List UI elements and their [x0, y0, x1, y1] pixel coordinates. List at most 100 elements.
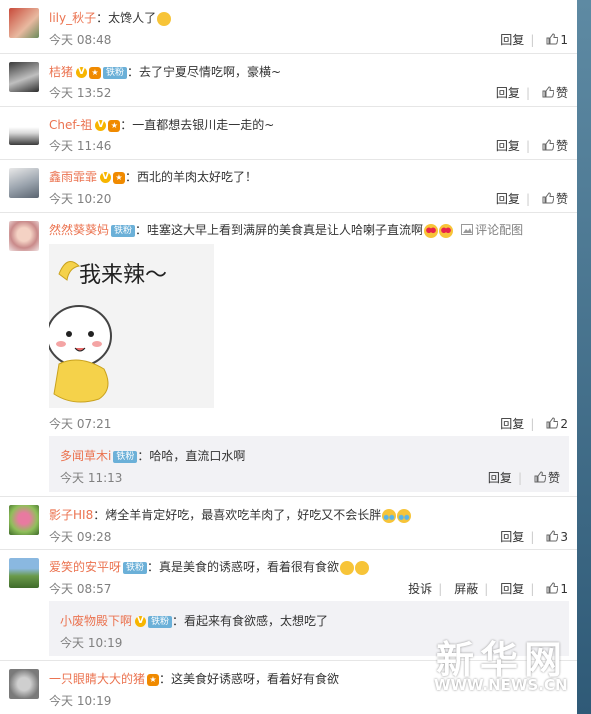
thumbs-up-icon: [546, 33, 559, 45]
comment-text: 哈哈，直流口水啊: [149, 449, 246, 463]
reply-button[interactable]: 回复: [500, 580, 524, 597]
avatar[interactable]: [9, 8, 39, 38]
comment-text: 看起来有食欲感，太想吃了: [184, 614, 329, 628]
timestamp: 今天 10:19: [49, 694, 112, 708]
reply-button[interactable]: 回复: [496, 190, 520, 207]
fan-badge: 铁粉: [123, 561, 148, 574]
comment-sticker-image[interactable]: 我来辣～: [46, 244, 214, 408]
avatar[interactable]: [9, 115, 39, 145]
username-link[interactable]: 多闻草木i: [60, 449, 111, 463]
comment-text: 哇塞这大早上看到满屏的美食真是让人哈喇子直流啊: [147, 223, 424, 237]
like-button[interactable]: 赞: [534, 469, 560, 486]
like-button[interactable]: 赞: [542, 84, 568, 101]
thumbs-up-icon: [542, 86, 554, 98]
timestamp: 今天 11:46: [49, 139, 112, 153]
comment-item: 鑫雨霏霏 V ★ ：西北的羊肉太好吃了！ 今天 10:20 回复 | 赞: [0, 160, 577, 213]
thumbs-up-icon: [546, 582, 559, 594]
verified-icon: V: [100, 172, 112, 183]
avatar[interactable]: [9, 168, 39, 198]
nested-reply: 多闻草木i 铁粉 ：哈哈，直流口水啊 今天 11:13 回复 | 赞: [49, 436, 569, 492]
comment-text: 去了宁夏尽情吃啊，豪横~: [139, 65, 282, 79]
avatar[interactable]: [9, 221, 39, 251]
divider: |: [530, 417, 535, 431]
like-button[interactable]: 赞: [542, 190, 568, 207]
username-link[interactable]: 然然葵葵妈: [49, 223, 109, 237]
fan-badge: 铁粉: [103, 66, 128, 79]
fan-level-icon: ★: [147, 673, 160, 686]
smile-emoji-icon: [340, 560, 355, 575]
thumbs-up-icon: [542, 192, 554, 204]
comment-panel: lily_秋子：太馋人了 今天 08:48 回复 | 1 桔猪 V ★ 铁粉 ：去了宁夏尽情…: [0, 0, 577, 714]
username-link[interactable]: 鑫雨霏霏: [49, 170, 97, 184]
page-background-strip: [577, 0, 591, 714]
avatar[interactable]: [9, 505, 39, 535]
image-icon: [461, 224, 474, 235]
divider: |: [530, 33, 535, 47]
divider: |: [517, 471, 522, 485]
avatar[interactable]: [9, 558, 39, 588]
username-link[interactable]: lily_秋子: [49, 11, 96, 25]
fan-level-icon: ★: [113, 171, 126, 184]
comment-text: 烤全羊肯定好吃，最喜欢吃羊肉了，好吃又不会长胖: [105, 508, 382, 522]
comment-text: 这美食好诱惑呀，看着好有食欲: [171, 672, 340, 686]
sticker-drawing: 我来辣～: [46, 261, 167, 403]
fan-badge: 铁粉: [148, 615, 173, 628]
xinhua-url: WWW.NEWS.CN: [434, 676, 568, 694]
like-button[interactable]: 1: [546, 582, 568, 596]
comment-item: 影子HI8：烤全羊肯定好吃，最喜欢吃羊肉了，好吃又不会长胖 今天 09:28 回…: [0, 497, 577, 550]
timestamp: 今天 08:48: [49, 33, 112, 47]
comment-text: 太馋人了: [108, 11, 157, 25]
comment-item: lily_秋子：太馋人了 今天 08:48 回复 | 1: [0, 0, 577, 54]
fan-level-icon: ★: [89, 66, 102, 79]
username-link[interactable]: 桔猪: [49, 65, 73, 79]
comment-text: 西北的羊肉太好吃了！: [137, 170, 258, 184]
thumbs-up-icon: [542, 139, 554, 151]
username-link[interactable]: 爱笑的安平呀: [49, 560, 121, 574]
divider: |: [438, 582, 443, 596]
verified-icon: V: [76, 67, 88, 78]
like-button[interactable]: 赞: [542, 137, 568, 154]
verified-icon: V: [135, 616, 147, 627]
reply-button[interactable]: 回复: [500, 31, 524, 48]
comment-image-link[interactable]: 评论配图: [461, 223, 523, 237]
wink-emoji-icon: [157, 11, 172, 26]
timestamp: 今天 10:20: [49, 192, 112, 206]
divider: |: [525, 86, 530, 100]
comment-item: 桔猪 V ★ 铁粉 ：去了宁夏尽情吃啊，豪横~ 今天 13:52 回复 | 赞: [0, 54, 577, 107]
divider: |: [525, 139, 530, 153]
avatar[interactable]: [9, 62, 39, 92]
reply-button[interactable]: 回复: [496, 137, 520, 154]
like-button[interactable]: 1: [546, 33, 568, 47]
divider: |: [530, 582, 535, 596]
reply-button[interactable]: 回复: [500, 528, 524, 545]
timestamp: 今天 13:52: [49, 86, 112, 100]
reply-button[interactable]: 回复: [496, 84, 520, 101]
verified-icon: V: [95, 120, 107, 131]
fan-level-icon: ★: [108, 119, 121, 132]
like-button[interactable]: 2: [546, 417, 568, 431]
fan-badge: 铁粉: [111, 224, 136, 237]
divider: |: [525, 192, 530, 206]
thumbs-up-icon: [546, 530, 559, 542]
heart-eyes-emoji-icon: [439, 223, 454, 238]
divider: |: [530, 530, 535, 544]
crying-emoji-icon: [397, 508, 412, 523]
timestamp: 今天 09:28: [49, 530, 112, 544]
block-button[interactable]: 屏蔽: [454, 580, 478, 597]
timestamp: 今天 07:21: [49, 417, 112, 431]
sticker-caption: 我来辣～: [79, 263, 167, 288]
timestamp: 今天 10:19: [60, 636, 123, 650]
username-link[interactable]: 小废物殿下啊: [60, 614, 132, 628]
reply-button[interactable]: 回复: [500, 415, 524, 432]
like-button[interactable]: 3: [546, 530, 568, 544]
username-link[interactable]: 影子HI8: [49, 508, 93, 522]
reply-button[interactable]: 回复: [488, 469, 512, 486]
divider: |: [484, 582, 489, 596]
username-link[interactable]: Chef-祖: [49, 118, 92, 132]
username-link[interactable]: 一只眼睛大大的猪: [49, 672, 145, 686]
avatar[interactable]: [9, 669, 39, 699]
fan-badge: 铁粉: [113, 450, 138, 463]
report-button[interactable]: 投诉: [408, 580, 432, 597]
comment-item: Chef-祖 V ★ ：一直都想去银川走一走的~ 今天 11:46 回复 | 赞: [0, 107, 577, 160]
comment-text: 一直都想去银川走一走的~: [132, 118, 275, 132]
